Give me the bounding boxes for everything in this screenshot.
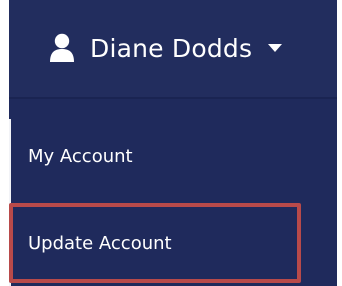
dropdown-menu: [9, 112, 337, 286]
menu-item-update-account[interactable]: Update Account: [28, 233, 172, 254]
user-menu-toggle[interactable]: Diane Dodds: [48, 26, 283, 70]
caret-down-icon: [266, 43, 283, 53]
menu-left-border: [9, 119, 11, 286]
right-white-edge: [337, 0, 342, 286]
left-white-edge: [0, 0, 9, 286]
menu-item-my-account[interactable]: My Account: [28, 146, 133, 167]
header-divider: [9, 97, 337, 99]
user-name: Diane Dodds: [90, 33, 253, 63]
user-icon: [48, 33, 76, 63]
